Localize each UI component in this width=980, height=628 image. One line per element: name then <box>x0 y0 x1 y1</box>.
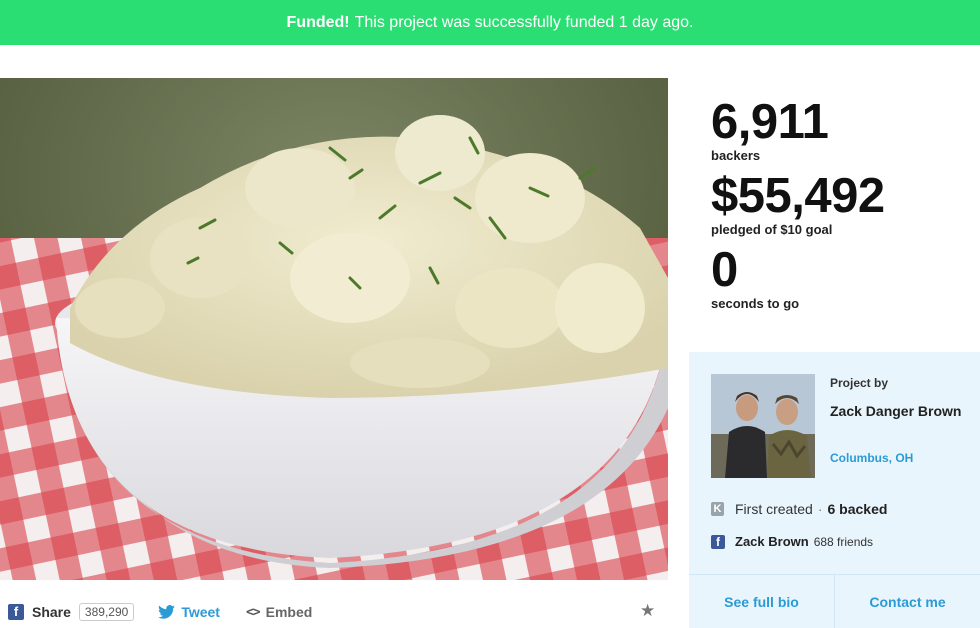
facebook-share-count: 389,290 <box>78 603 135 621</box>
creator-name[interactable]: Zack Danger Brown <box>830 402 970 420</box>
facebook-share-button[interactable]: f Share 389,290 <box>8 603 135 621</box>
facebook-icon: f <box>8 604 24 620</box>
facebook-share-label: Share <box>32 604 71 620</box>
creator-card: Project by Zack Danger Brown Columbus, O… <box>689 352 980 628</box>
pledged-amount: $55,492 <box>711 169 885 223</box>
tweet-label: Tweet <box>181 604 220 620</box>
project-stats: 6,911 backers $55,492 pledged of $10 goa… <box>711 96 971 318</box>
embed-label: Embed <box>265 604 313 620</box>
see-full-bio-button[interactable]: See full bio <box>689 575 835 628</box>
backers-label: backers <box>711 148 761 163</box>
embed-button[interactable]: <> Embed <box>246 604 312 620</box>
creator-location[interactable]: Columbus, OH <box>830 451 913 465</box>
facebook-name[interactable]: Zack Brown <box>735 534 809 549</box>
share-bar: f Share 389,290 Tweet <> Embed <box>8 598 668 626</box>
pledged-label: pledged of $10 goal <box>711 222 833 237</box>
creator-actions: See full bio Contact me <box>689 574 980 628</box>
backers-count: 6,911 <box>711 95 829 149</box>
funded-strong: Funded! <box>286 13 350 31</box>
time-remaining: 0 <box>711 243 738 297</box>
creator-history: K First created · 6 backed <box>711 501 887 517</box>
project-image[interactable] <box>0 78 668 580</box>
backed-count[interactable]: 6 backed <box>827 501 887 517</box>
facebook-friends: 688 friends <box>813 534 874 549</box>
contact-me-button[interactable]: Contact me <box>835 575 980 628</box>
project-by-label: Project by <box>830 376 889 390</box>
funded-banner: Funded! This project was successfully fu… <box>0 0 980 45</box>
twitter-icon <box>158 605 176 619</box>
code-icon: <> <box>245 604 261 620</box>
time-label: seconds to go <box>711 296 800 311</box>
star-icon[interactable]: ★ <box>640 601 655 621</box>
separator-dot: · <box>817 501 823 517</box>
first-created-label: First created <box>735 501 813 517</box>
creator-avatar[interactable] <box>711 374 815 478</box>
funded-text: This project was successfully funded 1 d… <box>354 13 694 31</box>
kickstarter-icon: K <box>711 502 724 516</box>
facebook-icon: f <box>711 534 725 549</box>
creator-facebook: f Zack Brown 688 friends <box>711 534 873 549</box>
tweet-button[interactable]: Tweet <box>158 604 220 620</box>
